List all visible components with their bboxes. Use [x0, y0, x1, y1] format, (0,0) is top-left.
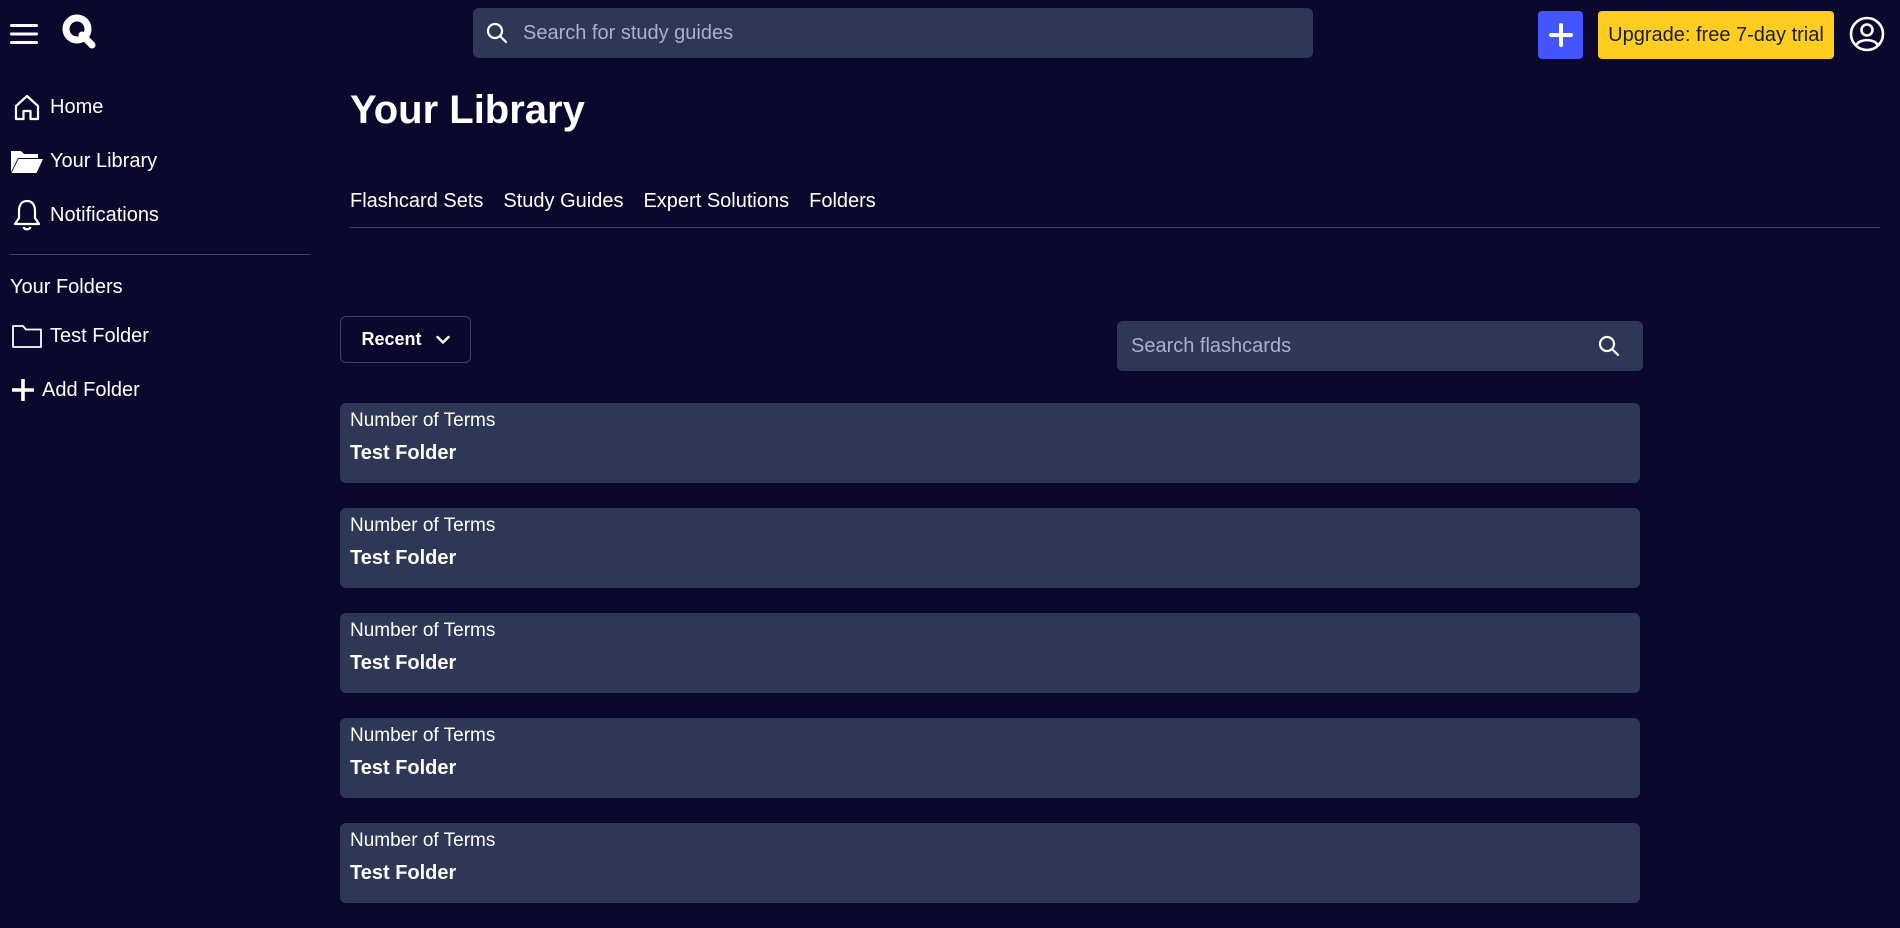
sidebar-item-your-library[interactable]: Your Library — [0, 134, 320, 188]
page-title: Your Library — [350, 88, 585, 132]
create-button[interactable] — [1538, 11, 1583, 59]
tab-study-guides[interactable]: Study Guides — [503, 180, 623, 222]
logo-icon[interactable] — [60, 11, 98, 51]
add-folder-button[interactable]: Add Folder — [0, 363, 320, 417]
sidebar-item-label: Home — [50, 95, 104, 118]
folder-open-icon — [10, 144, 44, 178]
card-term-count: Number of Terms — [350, 620, 496, 641]
search-icon[interactable] — [1597, 334, 1621, 358]
plus-icon — [10, 373, 36, 407]
profile-icon[interactable] — [1849, 16, 1885, 52]
bell-icon — [10, 198, 44, 232]
search-icon — [485, 21, 509, 45]
sidebar-item-label: Your Library — [50, 149, 158, 172]
folder-card[interactable]: Number of Terms Test Folder — [340, 718, 1640, 798]
chevron-down-icon — [435, 335, 450, 345]
study-guide-search-bar[interactable] — [473, 8, 1313, 58]
card-title: Test Folder — [350, 862, 457, 884]
flashcard-search-bar[interactable] — [1117, 321, 1643, 371]
home-icon — [10, 90, 44, 124]
folder-card[interactable]: Number of Terms Test Folder — [340, 508, 1640, 588]
add-folder-label: Add Folder — [42, 378, 140, 401]
sidebar-folder-test-folder[interactable]: Test Folder — [0, 309, 320, 363]
sidebar-divider — [10, 254, 310, 255]
folder-card-list: Number of Terms Test Folder Number of Te… — [340, 403, 1640, 928]
sort-dropdown[interactable]: Recent — [340, 316, 471, 363]
card-title: Test Folder — [350, 547, 457, 569]
your-folders-heading: Your Folders — [10, 275, 123, 298]
card-title: Test Folder — [350, 652, 457, 674]
card-term-count: Number of Terms — [350, 410, 496, 431]
card-term-count: Number of Terms — [350, 725, 496, 746]
tab-folders[interactable]: Folders — [809, 180, 876, 222]
card-term-count: Number of Terms — [350, 830, 496, 851]
sidebar-item-home[interactable]: Home — [0, 80, 320, 134]
hamburger-menu-icon[interactable] — [10, 21, 38, 47]
upgrade-button[interactable]: Upgrade: free 7-day trial — [1598, 11, 1834, 59]
card-term-count: Number of Terms — [350, 515, 496, 536]
sort-dropdown-label: Recent — [361, 329, 422, 349]
card-title: Test Folder — [350, 442, 457, 464]
folder-card[interactable]: Number of Terms Test Folder — [340, 823, 1640, 903]
tab-expert-solutions[interactable]: Expert Solutions — [643, 180, 789, 222]
folder-card[interactable]: Number of Terms Test Folder — [340, 403, 1640, 483]
sidebar-item-notifications[interactable]: Notifications — [0, 188, 320, 242]
library-tabs: Flashcard Sets Study Guides Expert Solut… — [350, 180, 1880, 228]
sidebar-item-label: Notifications — [50, 203, 159, 226]
folder-icon — [10, 319, 44, 353]
card-title: Test Folder — [350, 757, 457, 779]
sidebar-item-label: Test Folder — [50, 324, 149, 347]
sidebar: Home Your Library Notifications Your Fol… — [0, 80, 320, 417]
top-bar: Upgrade: free 7-day trial — [0, 0, 1900, 70]
tab-flashcard-sets[interactable]: Flashcard Sets — [350, 180, 483, 222]
flashcard-search-input[interactable] — [1129, 333, 1597, 359]
plus-icon — [1548, 23, 1573, 47]
folder-card[interactable]: Number of Terms Test Folder — [340, 613, 1640, 693]
study-guide-search-input[interactable] — [521, 20, 1313, 46]
